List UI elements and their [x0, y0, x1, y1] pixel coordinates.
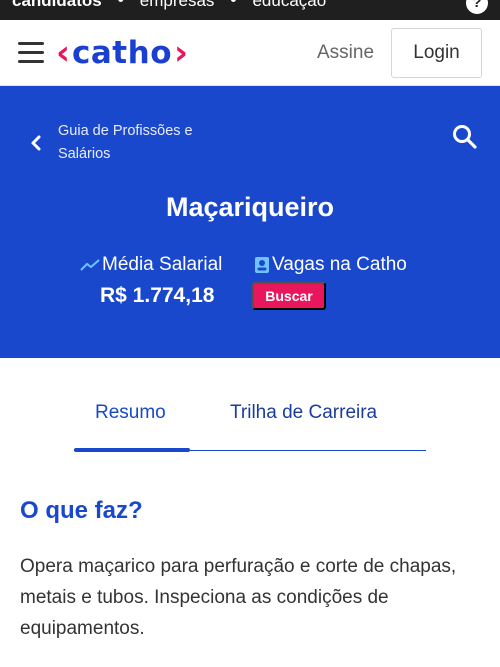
badge-icon — [255, 257, 269, 273]
top-link-candidatos[interactable]: candidatos — [12, 0, 102, 11]
page-title: Maçariqueiro — [165, 192, 335, 222]
catho-logo[interactable]: ‹ catho › — [56, 33, 188, 73]
salary-stat: Média Salarial — [80, 254, 222, 276]
top-nav-strip: candidatos • empresas • educação ? — [0, 0, 500, 20]
content-tabs: Resumo Trilha de Carreira — [74, 398, 426, 453]
profession-hero: Guia de Profissões e Salários Maçariquei… — [0, 86, 500, 358]
assine-link[interactable]: Assine — [317, 42, 374, 64]
jobs-label: Vagas na Catho — [272, 254, 407, 275]
menu-icon[interactable] — [18, 40, 44, 64]
salary-value: R$ 1.774,18 — [100, 284, 215, 307]
profession-description: Opera maçarico para perfuração e corte d… — [20, 556, 457, 639]
logo-text: catho — [72, 35, 172, 71]
buscar-button[interactable]: Buscar — [252, 282, 326, 310]
trend-icon — [80, 259, 100, 271]
tab-resumo[interactable]: Resumo — [95, 402, 166, 424]
separator-dot: • — [228, 0, 239, 11]
search-icon[interactable] — [452, 124, 478, 150]
section-title: O que faz? — [20, 497, 143, 524]
logo-right-chevron: › — [174, 33, 189, 73]
salary-label: Média Salarial — [102, 254, 223, 275]
help-icon[interactable]: ? — [466, 0, 488, 14]
back-icon[interactable] — [28, 130, 44, 156]
separator-dot: • — [115, 0, 126, 11]
active-tab-indicator — [74, 448, 190, 452]
top-link-empresas[interactable]: empresas — [140, 0, 215, 11]
jobs-stat: Vagas na Catho — [254, 254, 407, 276]
logo-left-chevron: ‹ — [56, 33, 71, 73]
tab-trilha-de-carreira[interactable]: Trilha de Carreira — [230, 402, 377, 424]
site-header: ‹ catho › Assine Login — [0, 20, 500, 86]
top-link-educacao[interactable]: educação — [252, 0, 326, 11]
top-nav-links: candidatos • empresas • educação — [12, 0, 326, 11]
breadcrumb[interactable]: Guia de Profissões e Salários — [58, 120, 228, 166]
login-button[interactable]: Login — [391, 28, 482, 78]
